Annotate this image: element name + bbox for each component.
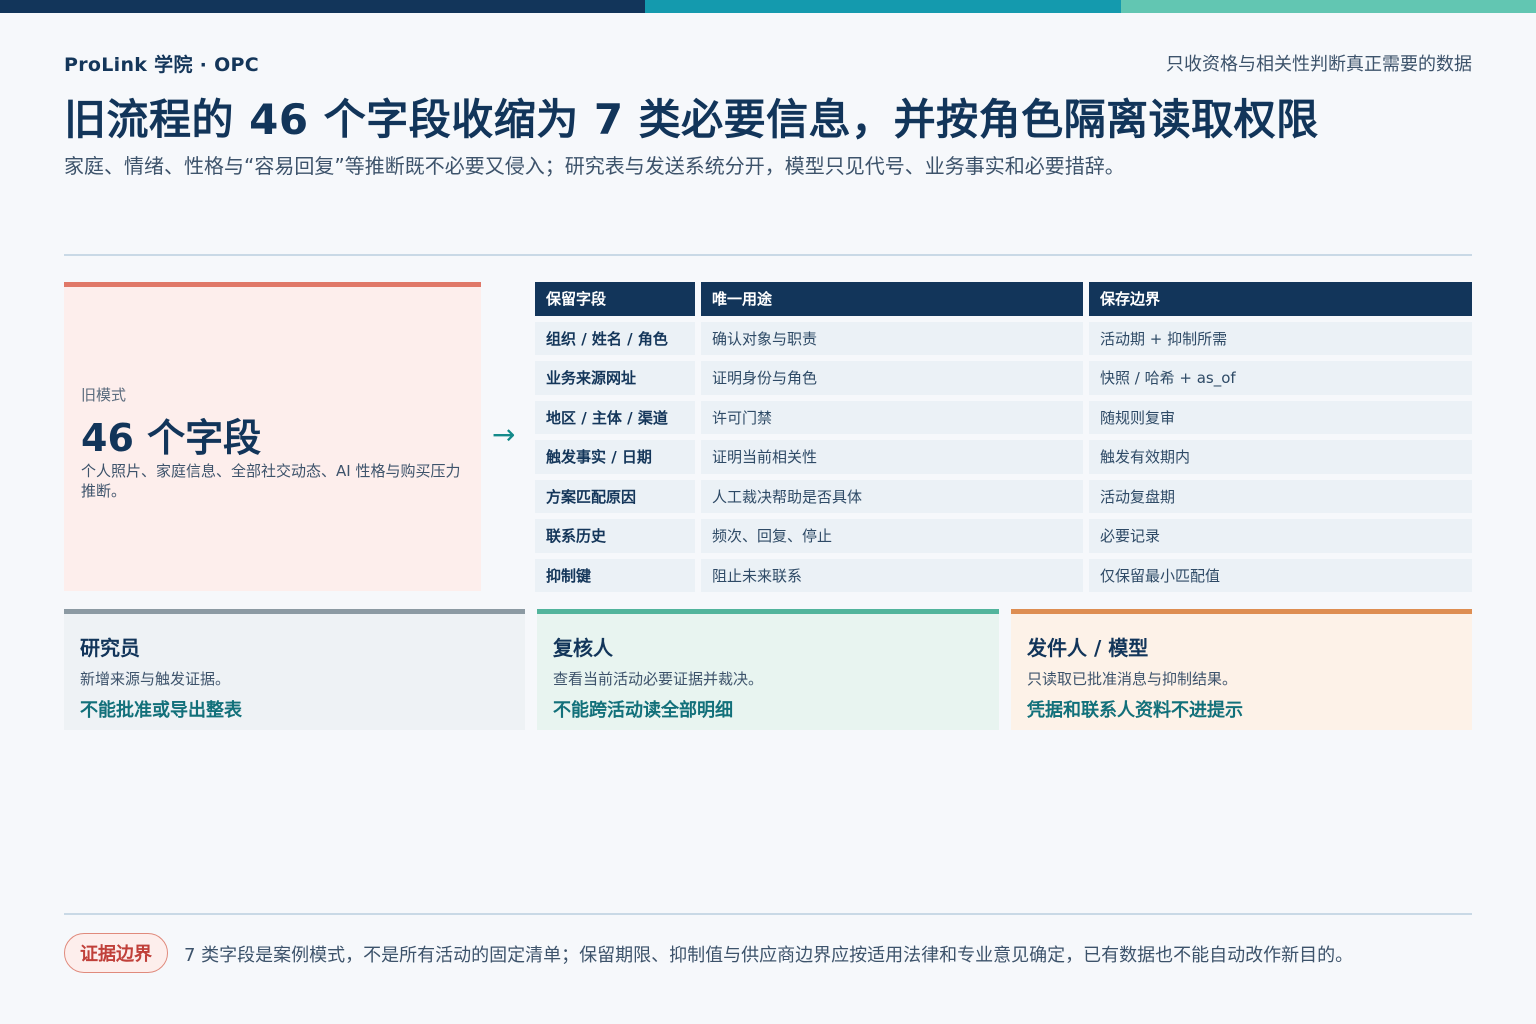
table-cell-retention: 触发有效期内 — [1089, 440, 1472, 474]
table-cell-purpose: 许可门禁 — [701, 400, 1083, 434]
table-cell-retention: 活动复盘期 — [1089, 479, 1472, 513]
table-cell-retention: 仅保留最小匹配值 — [1089, 558, 1472, 592]
table-cell-retention: 随规则复审 — [1089, 400, 1472, 434]
arrow-right-icon: → — [492, 418, 516, 451]
evidence-boundary-badge: 证据边界 — [64, 933, 168, 973]
table-cell-field: 组织 / 姓名 / 角色 — [535, 321, 695, 355]
table-header-cell: 保留字段 — [535, 282, 695, 316]
role-card-reviewer: 复核人 查看当前活动必要证据并裁决。 不能跨活动读全部明细 — [537, 609, 999, 730]
divider-top — [64, 254, 1472, 256]
divider-bottom — [64, 913, 1472, 915]
table-cell-purpose: 证明身份与角色 — [701, 361, 1083, 395]
table-header-cell: 保存边界 — [1089, 282, 1472, 316]
table-row: 抑制键 阻止未来联系 仅保留最小匹配值 — [535, 558, 1472, 592]
table-row: 组织 / 姓名 / 角色 确认对象与职责 活动期 + 抑制所需 — [535, 321, 1472, 355]
old-mode-label: 旧模式 — [81, 386, 127, 404]
role-restriction: 不能批准或导出整表 — [80, 700, 242, 721]
table-row: 联系历史 频次、回复、停止 必要记录 — [535, 519, 1472, 553]
tagline: 只收资格与相关性判断真正需要的数据 — [1166, 54, 1472, 75]
table-cell-retention: 必要记录 — [1089, 519, 1472, 553]
table-cell-purpose: 阻止未来联系 — [701, 558, 1083, 592]
table-cell-purpose: 确认对象与职责 — [701, 321, 1083, 355]
table-row: 触发事实 / 日期 证明当前相关性 触发有效期内 — [535, 440, 1472, 474]
page-subtitle: 家庭、情绪、性格与“容易回复”等推断既不必要又侵入；研究表与发送系统分开，模型只… — [64, 154, 1125, 178]
table-cell-field: 联系历史 — [535, 519, 695, 553]
role-title: 发件人 / 模型 — [1027, 636, 1149, 660]
role-description: 新增来源与触发证据。 — [80, 670, 231, 688]
table-row: 方案匹配原因 人工裁决帮助是否具体 活动复盘期 — [535, 479, 1472, 513]
table-cell-field: 方案匹配原因 — [535, 479, 695, 513]
table-cell-field: 抑制键 — [535, 558, 695, 592]
top-bar-segment-mint — [1121, 0, 1536, 13]
role-title: 复核人 — [553, 636, 613, 660]
role-description: 只读取已批准消息与抑制结果。 — [1027, 670, 1238, 688]
table-row: 业务来源网址 证明身份与角色 快照 / 哈希 + as_of — [535, 361, 1472, 395]
table-cell-field: 地区 / 主体 / 渠道 — [535, 400, 695, 434]
top-bar-segment-navy — [0, 0, 645, 13]
brand-label: ProLink 学院 · OPC — [64, 54, 260, 76]
footer-note: 7 类字段是案例模式，不是所有活动的固定清单；保留期限、抑制值与供应商边界应按适… — [184, 945, 1354, 966]
table-cell-retention: 快照 / 哈希 + as_of — [1089, 361, 1472, 395]
role-description: 查看当前活动必要证据并裁决。 — [553, 670, 764, 688]
old-mode-card: 旧模式 46 个字段 个人照片、家庭信息、全部社交动态、AI 性格与购买压力推断… — [64, 282, 481, 591]
table-row: 地区 / 主体 / 渠道 许可门禁 随规则复审 — [535, 400, 1472, 434]
table-cell-field: 触发事实 / 日期 — [535, 440, 695, 474]
page-title: 旧流程的 46 个字段收缩为 7 类必要信息，并按角色隔离读取权限 — [64, 95, 1319, 144]
table-cell-purpose: 频次、回复、停止 — [701, 519, 1083, 553]
table-cell-purpose: 证明当前相关性 — [701, 440, 1083, 474]
role-restriction: 不能跨活动读全部明细 — [553, 700, 733, 721]
table-header-cell: 唯一用途 — [701, 282, 1083, 316]
table-cell-purpose: 人工裁决帮助是否具体 — [701, 479, 1083, 513]
table-cell-field: 业务来源网址 — [535, 361, 695, 395]
old-mode-description: 个人照片、家庭信息、全部社交动态、AI 性格与购买压力推断。 — [81, 462, 461, 500]
field-table: 保留字段 唯一用途 保存边界 组织 / 姓名 / 角色 确认对象与职责 活动期 … — [535, 282, 1472, 598]
top-bar-segment-teal — [645, 0, 1121, 13]
role-title: 研究员 — [80, 636, 140, 660]
top-color-bar — [0, 0, 1536, 13]
table-header-row: 保留字段 唯一用途 保存边界 — [535, 282, 1472, 316]
table-cell-retention: 活动期 + 抑制所需 — [1089, 321, 1472, 355]
old-mode-count: 46 个字段 — [81, 416, 262, 460]
role-restriction: 凭据和联系人资料不进提示 — [1027, 700, 1243, 721]
role-card-researcher: 研究员 新增来源与触发证据。 不能批准或导出整表 — [64, 609, 525, 730]
role-card-sender-model: 发件人 / 模型 只读取已批准消息与抑制结果。 凭据和联系人资料不进提示 — [1011, 609, 1472, 730]
